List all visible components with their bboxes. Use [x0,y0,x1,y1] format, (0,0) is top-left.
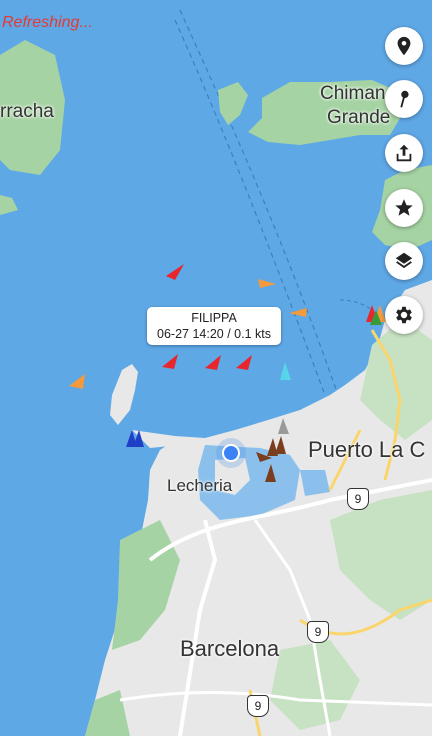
star-icon [395,199,413,216]
map-label-barcelona: Barcelona [180,636,280,661]
road-shield: 9 [247,695,269,717]
layers-icon [395,252,413,269]
share-icon [396,144,412,162]
refreshing-status: Refreshing... [2,14,93,31]
map-label-puerto: Puerto La C [308,437,426,462]
vessel-callout[interactable]: FILIPPA 06-27 14:20 / 0.1 kts [147,307,281,345]
vessel-name: FILIPPA [191,311,237,325]
location-pin-icon [397,36,411,56]
map-label-chiman: Chiman [320,83,386,104]
vessel-info: 06-27 14:20 / 0.1 kts [157,327,271,341]
current-location-marker [222,444,240,462]
settings-icon [396,306,412,324]
drop-pin-icon [400,90,409,108]
drop-pin-button[interactable] [385,80,423,118]
favorite-button[interactable] [385,189,423,227]
map-label-rracha: rracha [0,101,54,122]
road-shield: 9 [347,488,369,510]
map-label-lecheria: Lecheria [167,476,233,495]
map-label-grande: Grande [327,107,391,128]
layers-button[interactable] [385,242,423,280]
settings-button[interactable] [385,296,423,334]
road-shield: 9 [307,621,329,643]
location-pin-button[interactable] [385,27,423,65]
share-button[interactable] [385,134,423,172]
